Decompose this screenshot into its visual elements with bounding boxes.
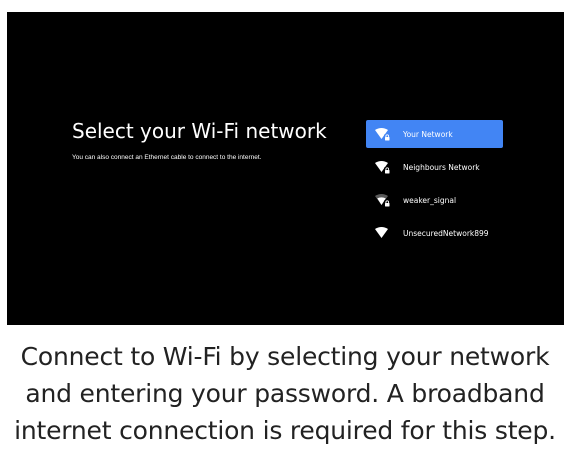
wifi-icon (374, 226, 391, 240)
network-label: Neighbours Network (403, 162, 480, 172)
network-item-neighbours-network[interactable]: Neighbours Network (366, 153, 503, 181)
tv-screen: Select your Wi-Fi network You can also c… (7, 12, 564, 325)
wifi-locked-icon (374, 160, 391, 174)
instructions-pane: Select your Wi-Fi network You can also c… (72, 119, 352, 162)
network-label: Your Network (403, 129, 453, 139)
wifi-locked-icon (374, 127, 391, 141)
page-title: Select your Wi-Fi network (72, 119, 327, 143)
network-item-your-network[interactable]: Your Network (366, 120, 503, 148)
wifi-weak-locked-icon (374, 193, 391, 207)
caption: Connect to Wi-Fi by selecting your netwo… (0, 338, 570, 449)
network-label: weaker_signal (403, 195, 457, 205)
caption-line-1: Connect to Wi-Fi by selecting your netwo… (20, 342, 550, 371)
network-item-unsecured-network[interactable]: UnsecuredNetwork899 (366, 219, 503, 247)
network-item-weaker-signal[interactable]: weaker_signal (366, 186, 503, 214)
caption-line-2: and entering your password. A broadband (25, 379, 545, 408)
ethernet-hint: You can also connect an Ethernet cable t… (72, 154, 262, 161)
wifi-network-list: Your Network Neighbours Network weaker_s… (366, 120, 503, 252)
network-label: UnsecuredNetwork899 (403, 228, 489, 238)
caption-line-3: internet connection is required for this… (14, 416, 556, 445)
